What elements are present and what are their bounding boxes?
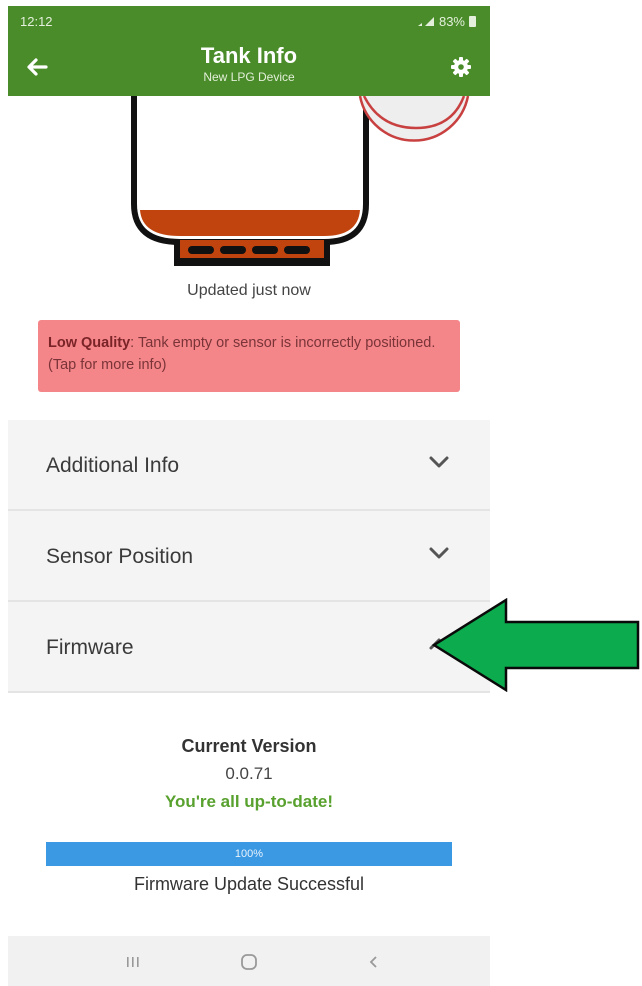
alert-label: Low Quality: [48, 335, 131, 351]
updated-status: Updated just now: [187, 282, 311, 299]
back-button[interactable]: [22, 52, 52, 82]
gear-icon: [451, 57, 471, 77]
home-button[interactable]: [234, 950, 264, 974]
page: 12:12 83% Tank Info New LPG Device Updat…: [0, 0, 642, 986]
accordion-additional-info[interactable]: Additional Info: [8, 420, 490, 511]
firmware-progress-bar: 100%: [46, 842, 452, 866]
status-indicators: 83%: [417, 14, 476, 29]
back-nav-button[interactable]: [358, 950, 388, 974]
accordion-label: Firmware: [46, 636, 134, 659]
tank-fill-level: [140, 210, 360, 236]
accordion-label: Additional Info: [46, 454, 180, 477]
phone-screen: 12:12 83% Tank Info New LPG Device Updat…: [8, 6, 490, 986]
accordion-sensor-position[interactable]: Sensor Position: [8, 511, 490, 602]
status-bar: 12:12 83%: [8, 6, 490, 36]
arrow-left-icon: [27, 58, 48, 76]
settings-button[interactable]: [446, 52, 476, 82]
chevron-down-icon: [429, 547, 449, 559]
chevron-left-icon: [369, 956, 377, 968]
recent-apps-button[interactable]: [118, 950, 148, 974]
home-icon: [241, 954, 257, 970]
battery-percent: 83%: [438, 14, 465, 29]
chevron-down-icon: [429, 456, 449, 468]
header-titles: Tank Info New LPG Device: [68, 44, 430, 85]
annotation-arrow-icon: [431, 598, 640, 692]
accordion-label: Sensor Position: [46, 545, 194, 568]
low-quality-alert[interactable]: Low Quality: Tank empty or sensor is inc…: [38, 320, 460, 392]
system-nav-bar: [8, 936, 490, 986]
tank-illustration: [131, 96, 470, 266]
info-accordion: Additional Info Sensor Position Firmware: [8, 420, 490, 693]
firmware-version: 0.0.71: [225, 764, 273, 783]
app-header: 12:12 83% Tank Info New LPG Device: [8, 6, 490, 96]
page-subtitle: New LPG Device: [203, 70, 295, 84]
firmware-result: Firmware Update Successful: [133, 874, 365, 894]
status-time: 12:12: [20, 14, 53, 29]
page-title: Tank Info: [200, 43, 298, 68]
firmware-status-message: You're all up-to-date!: [164, 792, 334, 811]
firmware-heading: Current Version: [181, 736, 317, 756]
accordion-firmware[interactable]: Firmware: [8, 602, 490, 693]
recent-apps-icon: [127, 957, 139, 967]
battery-icon: [469, 16, 476, 27]
signal-icon: [417, 17, 434, 26]
